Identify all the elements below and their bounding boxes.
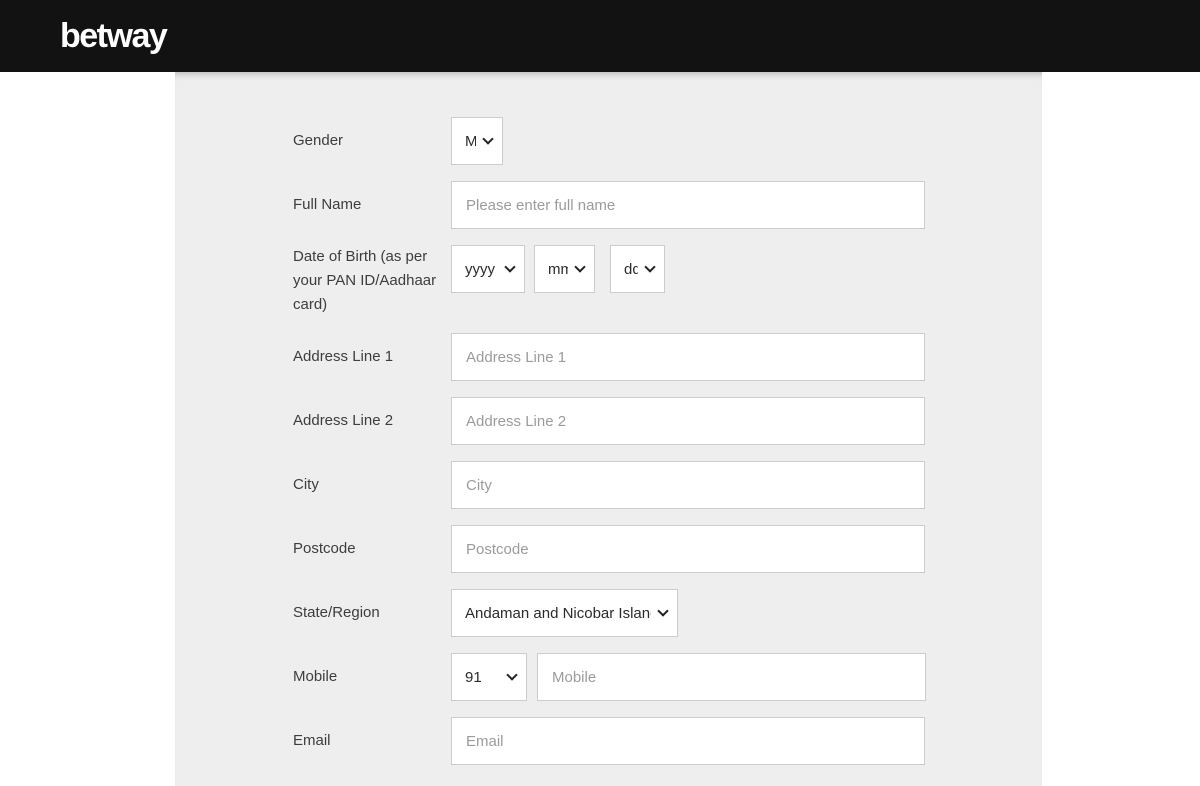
- email-row: Email: [293, 717, 1042, 765]
- gender-select[interactable]: M: [451, 117, 503, 165]
- state-region-select[interactable]: Andaman and Nicobar Islands: [451, 589, 678, 637]
- dob-day-select[interactable]: dd: [610, 245, 665, 293]
- top-nav-bar: betway: [0, 0, 1200, 72]
- gender-row: Gender M: [293, 117, 1042, 165]
- email-label: Email: [293, 717, 451, 765]
- postcode-input[interactable]: [451, 525, 925, 573]
- city-row: City: [293, 461, 1042, 509]
- mobile-input[interactable]: [537, 653, 926, 701]
- full-name-input[interactable]: [451, 181, 925, 229]
- city-label: City: [293, 461, 451, 509]
- betway-logo[interactable]: betway: [60, 17, 166, 56]
- full-name-label: Full Name: [293, 181, 451, 229]
- dob-year-select[interactable]: yyyy: [451, 245, 525, 293]
- address-line1-row: Address Line 1: [293, 333, 1042, 381]
- full-name-row: Full Name: [293, 181, 1042, 229]
- postcode-row: Postcode: [293, 525, 1042, 573]
- address-line1-input[interactable]: [451, 333, 925, 381]
- address-line2-row: Address Line 2: [293, 397, 1042, 445]
- state-region-row: State/Region Andaman and Nicobar Islands: [293, 589, 1042, 637]
- gender-label: Gender: [293, 117, 451, 165]
- dob-month-select[interactable]: mm: [534, 245, 595, 293]
- address-line2-input[interactable]: [451, 397, 925, 445]
- dob-row: Date of Birth (as per your PAN ID/Aadhaa…: [293, 245, 1042, 317]
- mobile-label: Mobile: [293, 653, 451, 701]
- mobile-row: Mobile 91: [293, 653, 1042, 701]
- email-input[interactable]: [451, 717, 925, 765]
- registration-form-panel: Gender M Full Name Date of Birth (as per…: [175, 72, 1042, 786]
- city-input[interactable]: [451, 461, 925, 509]
- country-code-select[interactable]: 91: [451, 653, 527, 701]
- dob-label: Date of Birth (as per your PAN ID/Aadhaa…: [293, 245, 451, 317]
- postcode-label: Postcode: [293, 525, 451, 573]
- state-region-label: State/Region: [293, 589, 451, 637]
- address-line2-label: Address Line 2: [293, 397, 451, 445]
- address-line1-label: Address Line 1: [293, 333, 451, 381]
